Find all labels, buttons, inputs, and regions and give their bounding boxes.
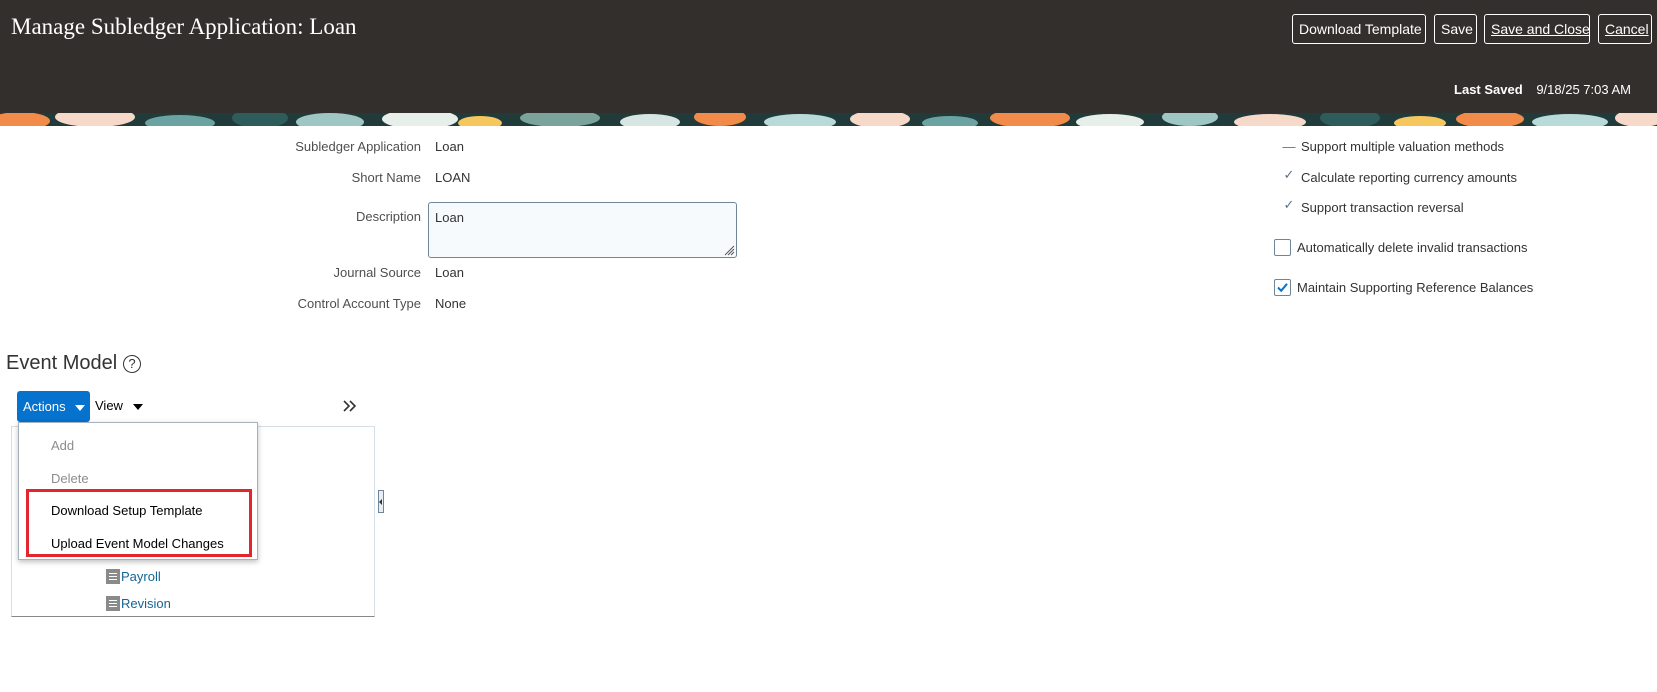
document-icon [106, 596, 120, 611]
view-menu-button[interactable]: View [95, 398, 143, 413]
view-label: View [95, 398, 123, 413]
panel-splitter[interactable] [378, 490, 384, 513]
tree-node-label: Revision [121, 596, 171, 611]
maintain-supporting-reference-checkbox[interactable] [1274, 279, 1291, 296]
save-button[interactable]: Save [1434, 14, 1477, 44]
page-header: Manage Subledger Application: Loan Downl… [0, 0, 1657, 113]
actions-dropdown-menu: Add Delete Download Setup Template Uploa… [18, 422, 258, 560]
last-saved-value: 9/18/25 7:03 AM [1536, 82, 1631, 97]
menu-item-upload-event-model-changes[interactable]: Upload Event Model Changes [51, 536, 224, 551]
checkbox-check-icon [1277, 283, 1288, 293]
last-saved: Last Saved 9/18/25 7:03 AM [1454, 82, 1631, 97]
double-chevron-right-icon[interactable] [342, 399, 358, 413]
document-icon [106, 569, 120, 584]
actions-menu-button[interactable]: Actions [17, 391, 90, 422]
last-saved-label: Last Saved [1454, 82, 1523, 97]
checkmark-icon: ✓ [1283, 197, 1295, 212]
actions-label: Actions [23, 399, 66, 414]
help-icon[interactable]: ? [123, 355, 141, 373]
support-multiple-valuation-label: Support multiple valuation methods [1301, 139, 1505, 154]
unchecked-dash-icon: — [1282, 139, 1296, 154]
save-and-close-button[interactable]: Save and Close [1484, 14, 1590, 44]
journal-source-value: Loan [435, 265, 464, 280]
auto-delete-invalid-label: Automatically delete invalid transaction… [1297, 240, 1528, 255]
subledger-application-label: Subledger Application [295, 139, 421, 154]
event-model-title: Event Model [6, 352, 118, 374]
page-title: Manage Subledger Application: Loan [11, 14, 357, 39]
caret-down-icon [132, 403, 143, 410]
description-value: Loan [435, 210, 464, 225]
cancel-button[interactable]: Cancel [1598, 14, 1652, 44]
journal-source-label: Journal Source [333, 265, 421, 280]
control-account-type-label: Control Account Type [297, 296, 421, 311]
menu-item-delete: Delete [51, 471, 89, 486]
short-name-value: LOAN [435, 170, 471, 185]
calculate-reporting-currency-label: Calculate reporting currency amounts [1301, 170, 1518, 185]
menu-item-add: Add [51, 438, 75, 453]
resize-grip-icon[interactable] [723, 244, 735, 256]
checkmark-icon: ✓ [1283, 167, 1295, 182]
auto-delete-invalid-checkbox[interactable] [1274, 239, 1291, 256]
support-transaction-reversal-label: Support transaction reversal [1301, 200, 1464, 215]
caret-down-icon [75, 404, 86, 411]
control-account-type-value: None [435, 296, 467, 311]
short-name-label: Short Name [351, 170, 421, 185]
maintain-supporting-reference-label: Maintain Supporting Reference Balances [1297, 280, 1534, 295]
download-template-button[interactable]: Download Template [1292, 14, 1426, 44]
subledger-application-value: Loan [435, 139, 464, 154]
description-label: Description [355, 209, 421, 224]
menu-item-download-setup-template[interactable]: Download Setup Template [51, 503, 203, 518]
banner-pattern-image [0, 113, 1657, 126]
decorative-banner [0, 113, 1657, 126]
description-field[interactable]: Loan [428, 202, 737, 258]
tree-node-label: Payroll [121, 569, 161, 584]
